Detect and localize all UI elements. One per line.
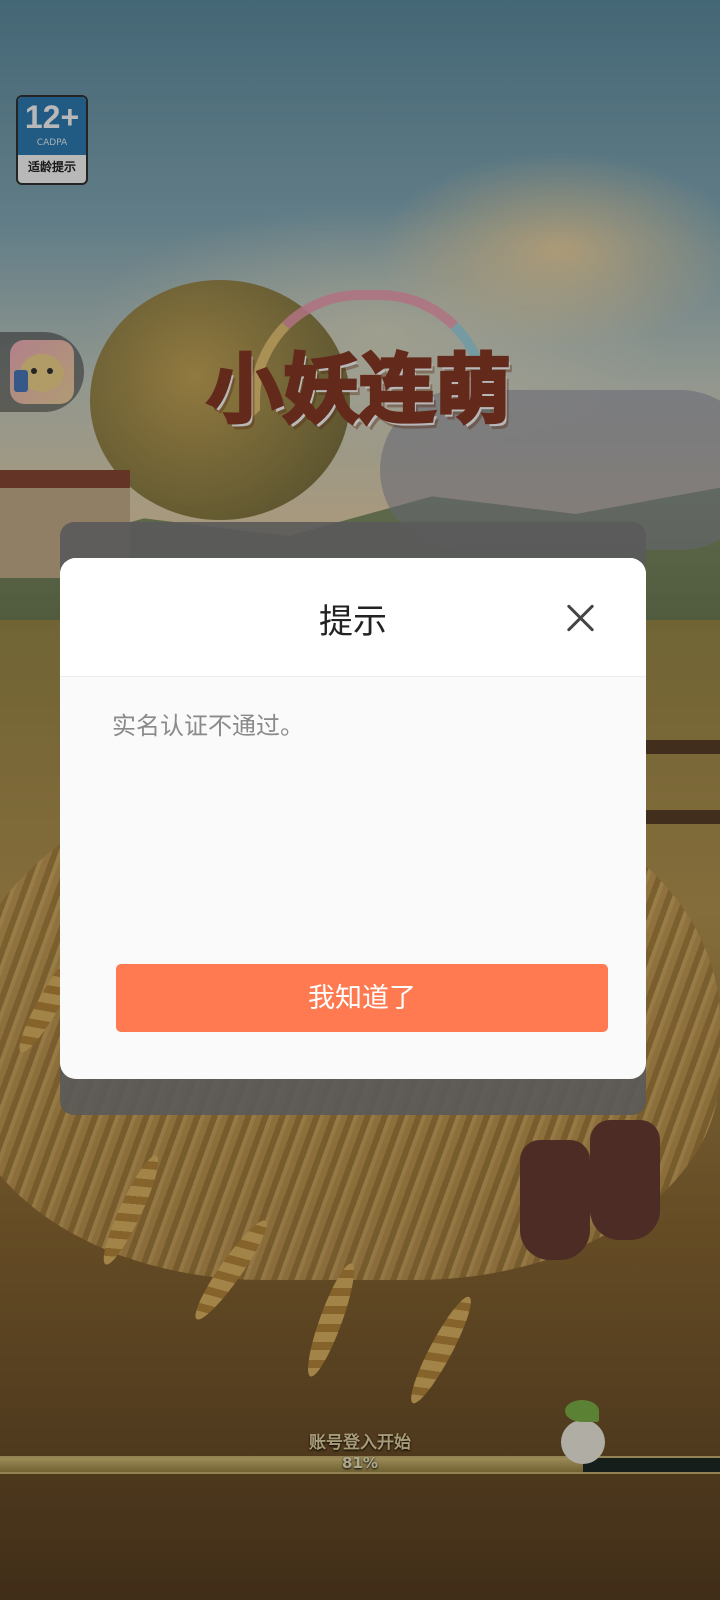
close-icon[interactable]: [564, 602, 596, 634]
dialog-message: 实名认证不通过。: [112, 712, 304, 740]
game-screen: 小妖连萌 12+ CADPA 适龄提示 账号登入开始 81% 提示 实名认证不通…: [0, 0, 720, 1600]
confirm-button[interactable]: 我知道了: [116, 964, 608, 1032]
dialog-header: 提示: [60, 558, 646, 677]
alert-dialog: 提示 实名认证不通过。 我知道了: [60, 558, 646, 1079]
dialog-title: 提示: [319, 602, 387, 642]
